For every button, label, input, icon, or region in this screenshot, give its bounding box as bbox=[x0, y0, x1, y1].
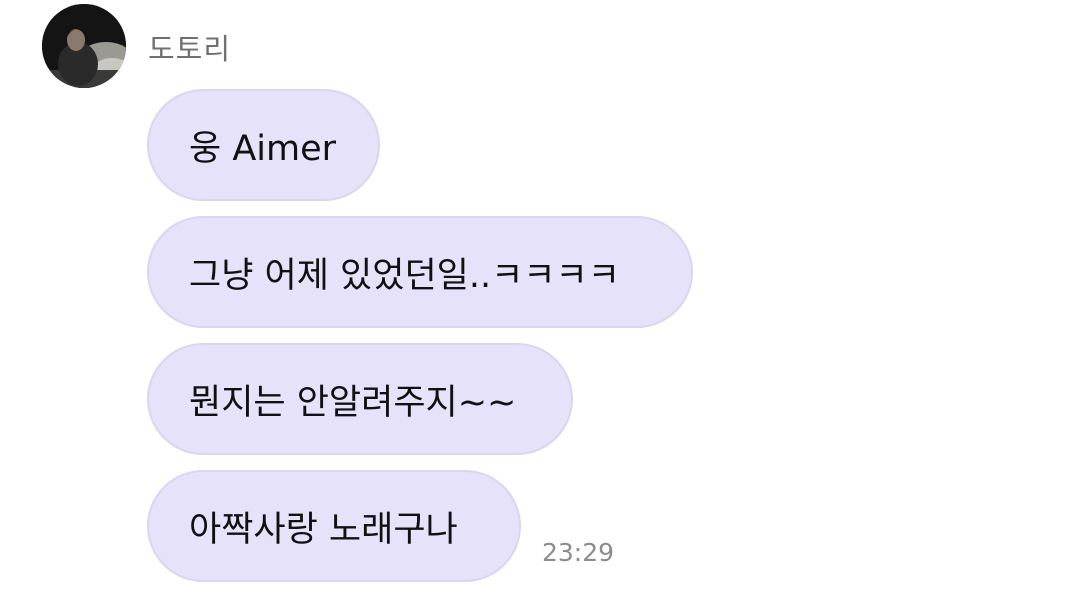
message-timestamp: 23:29 bbox=[542, 538, 615, 567]
message-text: 뭔지는 안알려주지~~ bbox=[189, 382, 517, 423]
message-bubble[interactable]: 아짝사랑 노래구나 bbox=[147, 470, 521, 582]
message-text: 웅 Aimer bbox=[189, 128, 337, 169]
sender-name: 도토리 bbox=[148, 32, 232, 66]
message-bubble[interactable]: 뭔지는 안알려주지~~ bbox=[147, 343, 573, 455]
message-text: 그냥 어제 있었던일..ㅋㅋㅋㅋ bbox=[189, 255, 620, 296]
message-bubble[interactable]: 그냥 어제 있었던일..ㅋㅋㅋㅋ bbox=[147, 216, 693, 328]
sender-avatar[interactable] bbox=[42, 4, 126, 88]
chat-thread: 도토리 웅 Aimer 그냥 어제 있었던일..ㅋㅋㅋㅋ 뭔지는 안알려주지~~… bbox=[0, 0, 1080, 593]
message-text: 아짝사랑 노래구나 bbox=[189, 509, 458, 550]
avatar-photo-icon bbox=[42, 4, 126, 88]
message-bubble[interactable]: 웅 Aimer bbox=[147, 89, 380, 201]
